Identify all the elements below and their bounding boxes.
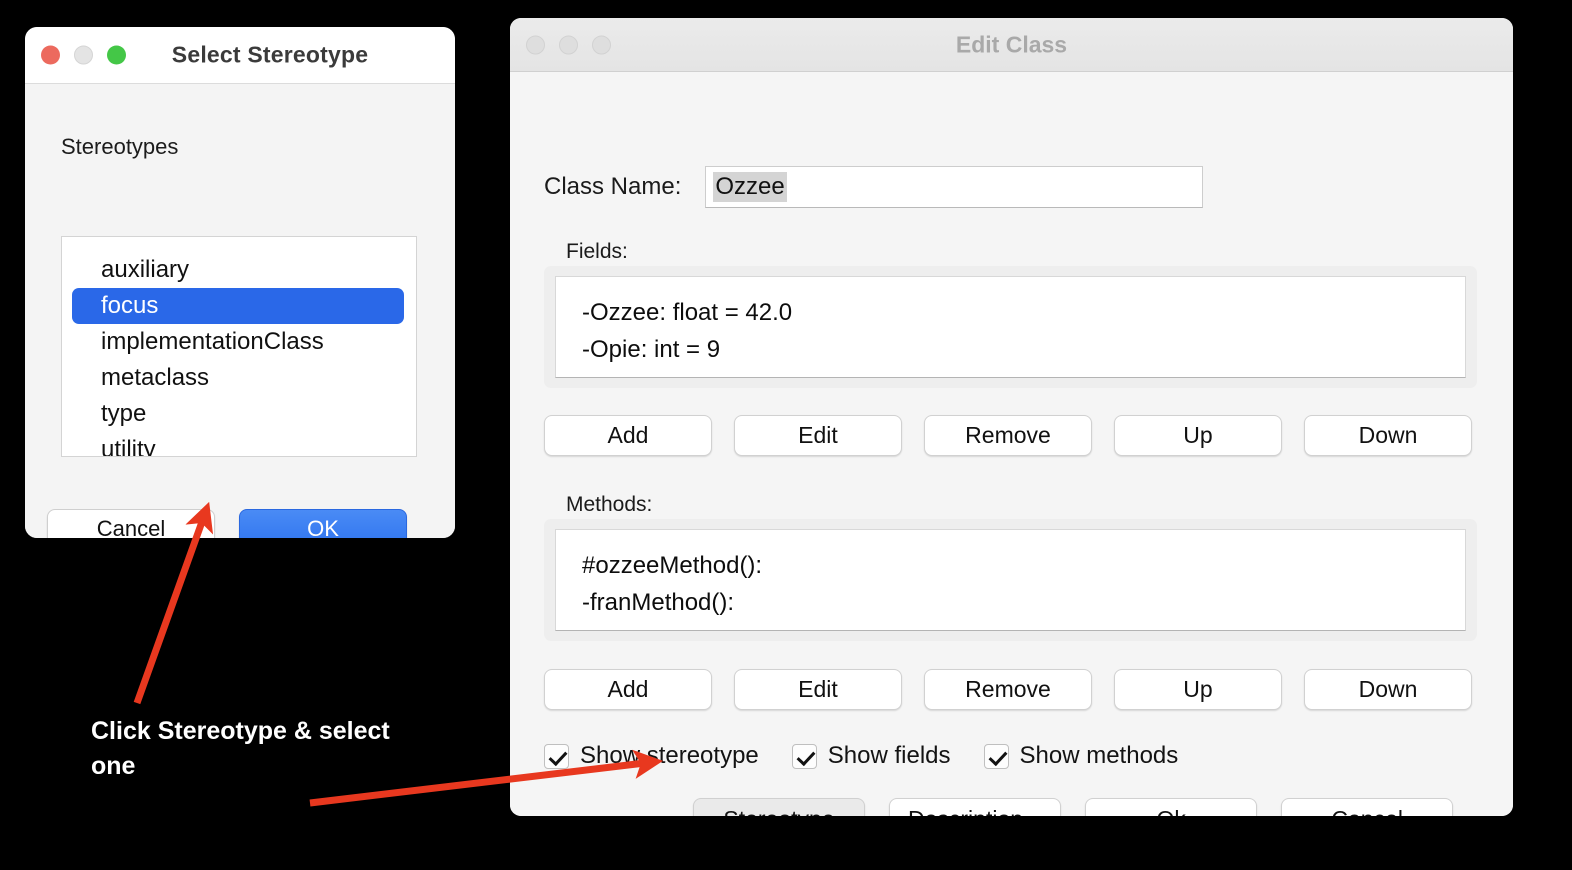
stereotype-listbox[interactable]: auxiliary focus implementationClass meta…	[61, 236, 417, 457]
checkbox-label: Show stereotype	[580, 742, 759, 769]
fields-edit-button[interactable]: Edit	[734, 415, 902, 456]
edit-class-window: Edit Class Class Name: Ozzee Fields: -Oz…	[510, 18, 1513, 816]
description-button[interactable]: Description...	[889, 798, 1062, 816]
edit-class-body: Class Name: Ozzee Fields: -Ozzee: float …	[510, 72, 1513, 816]
methods-remove-button[interactable]: Remove	[924, 669, 1092, 710]
methods-label: Methods:	[566, 493, 653, 516]
methods-list[interactable]: #ozzeeMethod(): -franMethod():	[555, 529, 1466, 631]
ok-button[interactable]: OK	[239, 509, 407, 538]
edit-class-bottom-button-row: Stereotype Description... Ok Cancel	[693, 798, 1454, 816]
class-name-row: Class Name: Ozzee	[544, 166, 1204, 208]
ok-button[interactable]: Ok	[1085, 798, 1258, 816]
select-stereotype-titlebar[interactable]: Select Stereotype	[25, 27, 455, 84]
checkbox-label: Show fields	[827, 742, 951, 769]
annotation-callout-text: Click Stereotype & select one	[91, 717, 390, 780]
fields-list[interactable]: -Ozzee: float = 42.0 -Opie: int = 9	[555, 276, 1466, 378]
fields-add-button[interactable]: Add	[544, 415, 712, 456]
fields-up-button[interactable]: Up	[1114, 415, 1282, 456]
select-stereotype-body: Stereotypes auxiliary focus implementati…	[25, 84, 455, 538]
methods-down-button[interactable]: Down	[1304, 669, 1472, 710]
select-stereotype-window: Select Stereotype Stereotypes auxiliary …	[25, 27, 455, 538]
list-item-focus[interactable]: focus	[72, 288, 404, 324]
fields-remove-button[interactable]: Remove	[924, 415, 1092, 456]
checkbox-show-fields[interactable]: Show fields	[791, 742, 951, 770]
screenshot-root: Select Stereotype Stereotypes auxiliary …	[0, 0, 1572, 870]
cancel-button[interactable]: Cancel	[1281, 798, 1454, 816]
list-item-metaclass[interactable]: metaclass	[62, 360, 416, 396]
list-item-auxiliary[interactable]: auxiliary	[62, 252, 416, 288]
edit-class-titlebar[interactable]: Edit Class	[510, 18, 1513, 72]
checkbox-show-stereotype[interactable]: Show stereotype	[544, 742, 759, 770]
class-name-input[interactable]: Ozzee	[705, 166, 1204, 208]
edit-class-title: Edit Class	[955, 31, 1068, 57]
fields-label: Fields:	[566, 240, 628, 263]
methods-add-button[interactable]: Add	[544, 669, 712, 710]
fields-list-container: -Ozzee: float = 42.0 -Opie: int = 9	[544, 266, 1477, 388]
checkmark-icon	[544, 743, 569, 769]
cancel-button[interactable]: Cancel	[47, 509, 215, 538]
field-line[interactable]: -Ozzee: float = 42.0	[556, 294, 1465, 331]
display-options-row: Show stereotype Show fields Show methods	[544, 742, 1178, 770]
methods-edit-button[interactable]: Edit	[734, 669, 902, 710]
checkbox-label: Show methods	[1019, 742, 1179, 769]
methods-list-container: #ozzeeMethod(): -franMethod():	[544, 519, 1477, 641]
methods-button-row: Add Edit Remove Up Down	[544, 669, 1472, 710]
class-name-value: Ozzee	[713, 172, 787, 202]
select-stereotype-title: Select Stereotype	[171, 41, 369, 68]
list-item-utility[interactable]: utility	[62, 432, 416, 456]
list-item-type[interactable]: type	[62, 396, 416, 432]
field-line[interactable]: -Opie: int = 9	[556, 331, 1465, 368]
fields-down-button[interactable]: Down	[1304, 415, 1472, 456]
arrow-to-ok-button	[133, 501, 214, 705]
checkbox-show-methods[interactable]: Show methods	[983, 742, 1179, 770]
select-stereotype-button-row: Cancel OK	[47, 509, 407, 538]
method-line[interactable]: -franMethod():	[556, 584, 1465, 621]
stereotype-button[interactable]: Stereotype	[693, 798, 865, 816]
method-line[interactable]: #ozzeeMethod():	[556, 547, 1465, 584]
class-name-label: Class Name:	[544, 173, 682, 200]
stereotypes-label: Stereotypes	[61, 134, 179, 159]
methods-up-button[interactable]: Up	[1114, 669, 1282, 710]
list-item-implementationclass[interactable]: implementationClass	[62, 324, 416, 360]
checkmark-icon	[791, 743, 817, 769]
fields-button-row: Add Edit Remove Up Down	[544, 415, 1472, 456]
checkmark-icon	[983, 743, 1009, 769]
